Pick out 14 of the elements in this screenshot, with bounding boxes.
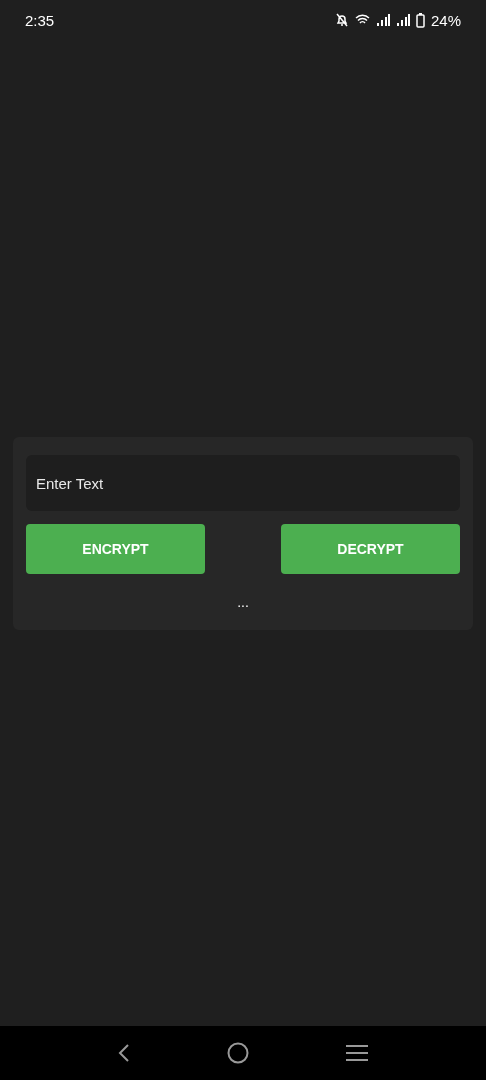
action-button[interactable]: ENCRYPT: [26, 524, 205, 574]
status-time: 2:35: [25, 11, 55, 29]
bell-off-icon: [334, 13, 349, 27]
signal-icon: [395, 14, 410, 26]
result-text: ...: [237, 594, 249, 610]
input-field[interactable]: Enter Text: [26, 455, 460, 511]
action-button[interactable]: DECRYPT: [281, 524, 460, 574]
wifi-icon: [354, 14, 370, 26]
menu-icon[interactable]: [345, 1044, 368, 1062]
signal-icon: [375, 14, 390, 26]
back-icon[interactable]: [118, 1043, 131, 1063]
battery-percent: 24%: [430, 11, 461, 29]
battery-icon: [415, 12, 425, 28]
home-icon[interactable]: [227, 1042, 249, 1064]
